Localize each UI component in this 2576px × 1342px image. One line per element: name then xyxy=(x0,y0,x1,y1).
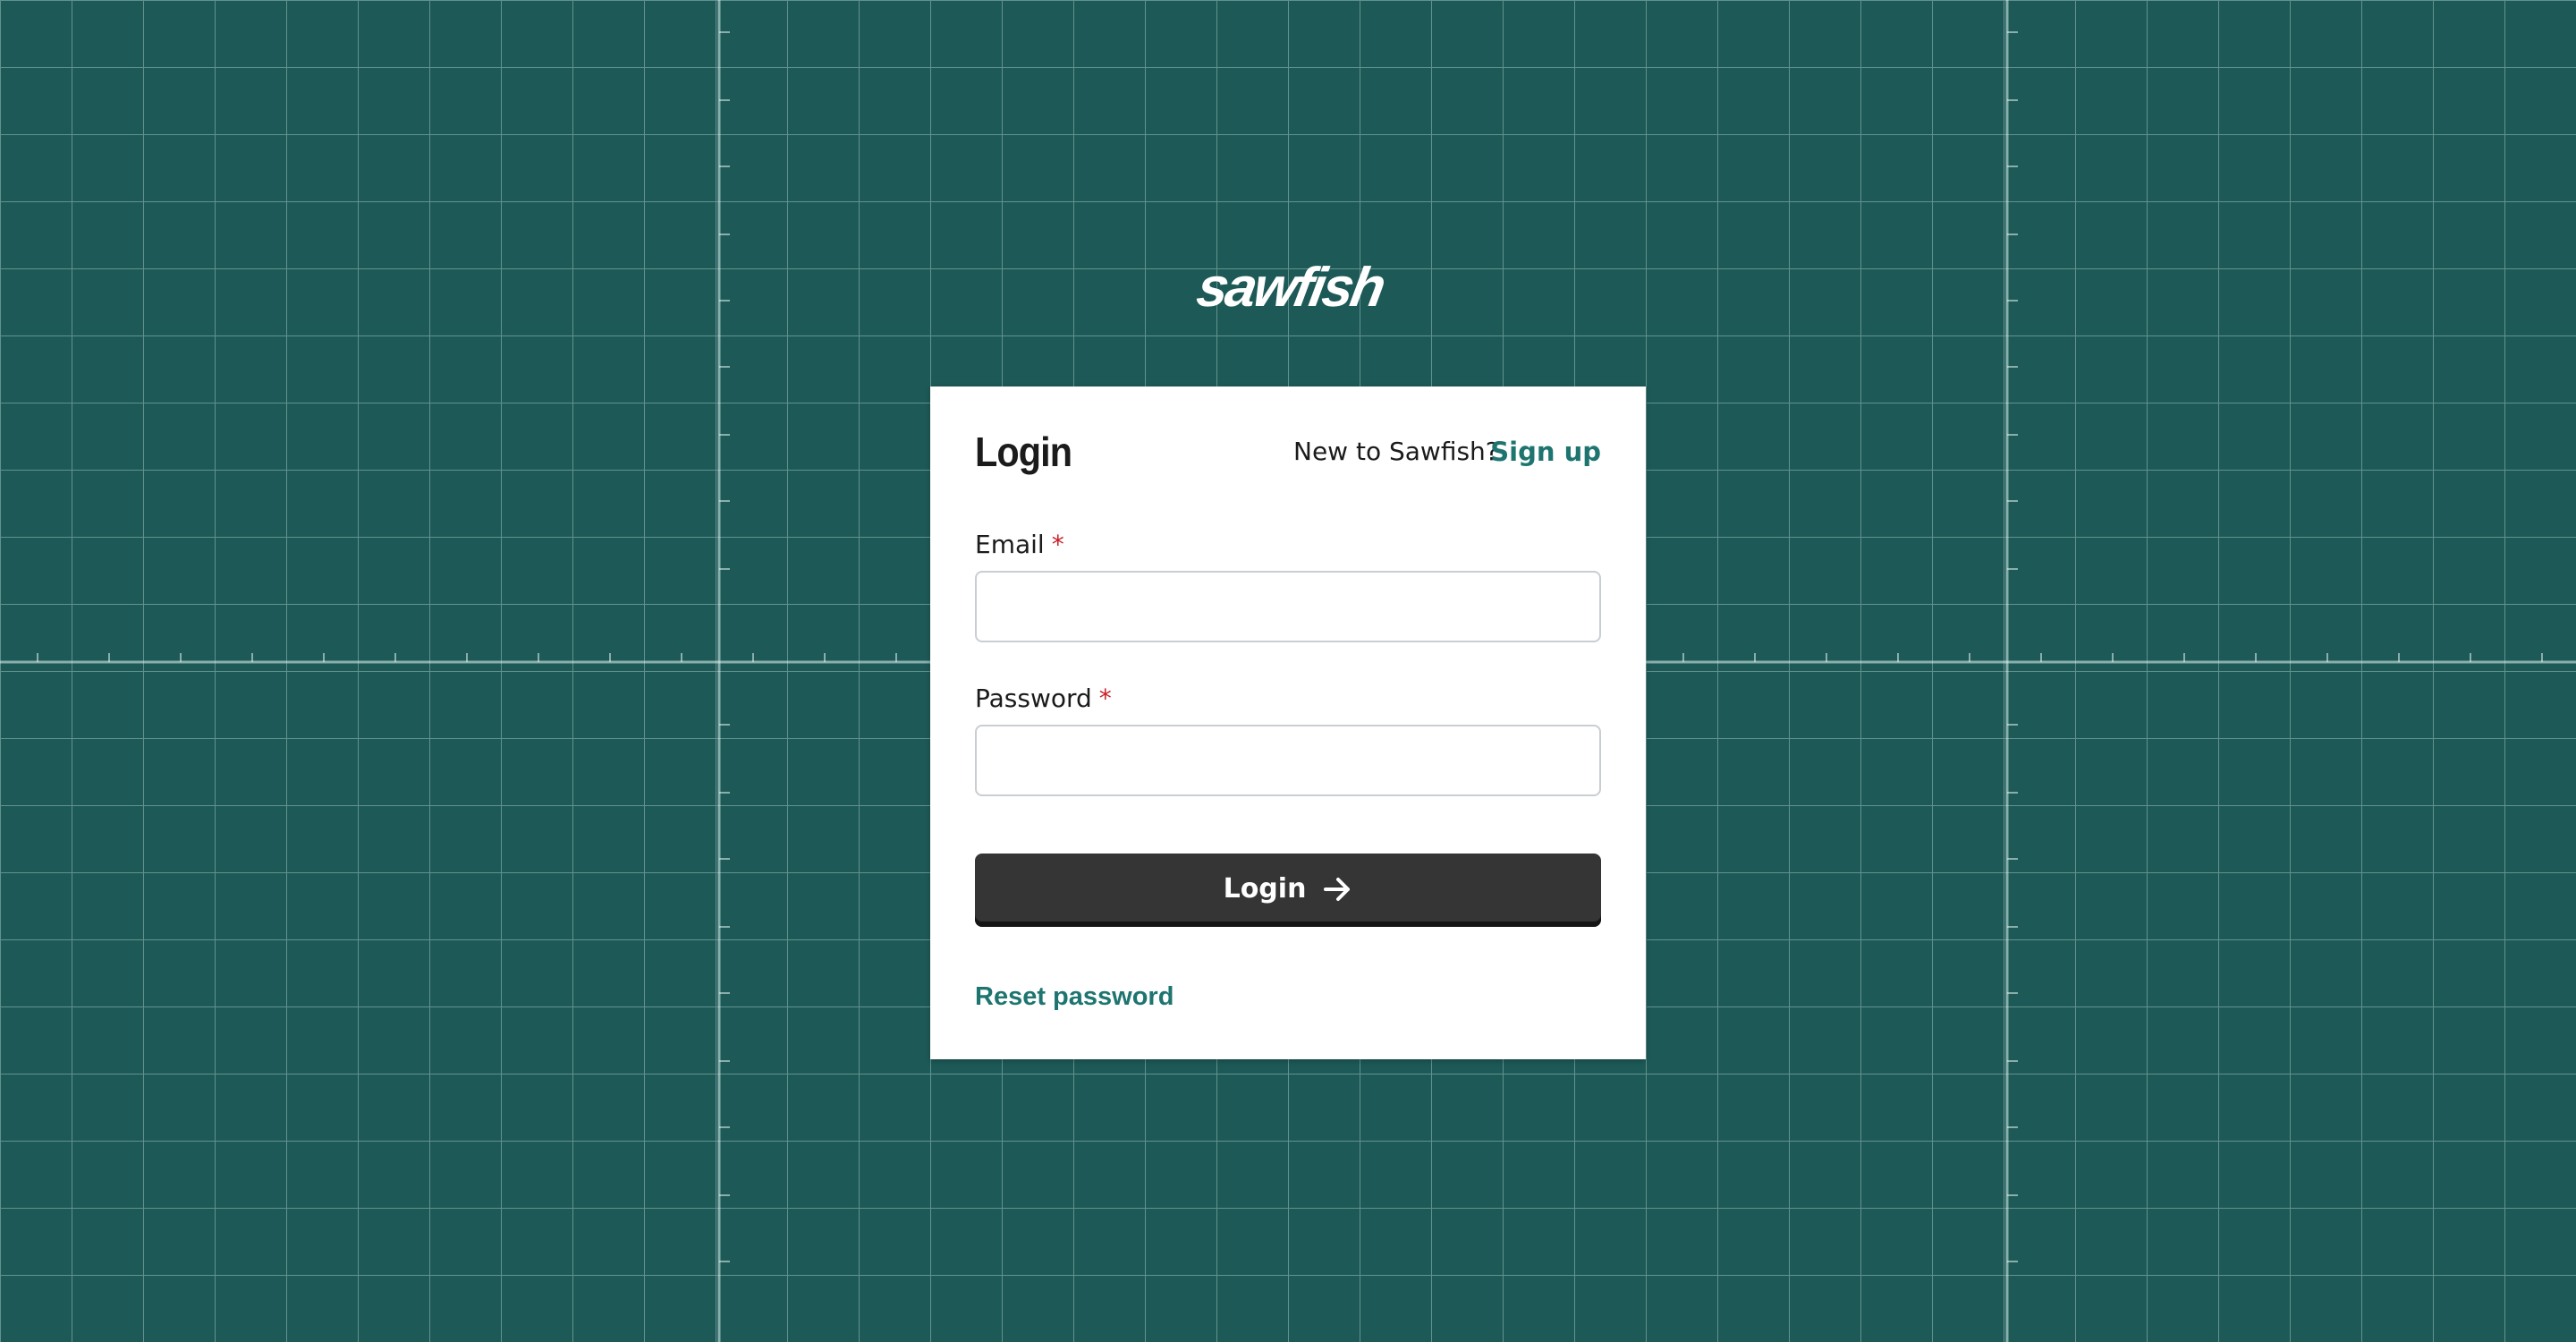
login-title: Login xyxy=(975,429,1072,475)
reset-password-link[interactable]: Reset password xyxy=(975,982,1174,1012)
email-label-text: Email xyxy=(975,530,1045,559)
login-card: Login New to Sawfish? Sign up Email * Pas… xyxy=(930,386,1646,1059)
password-required-marker: * xyxy=(1098,684,1112,713)
email-field[interactable] xyxy=(975,571,1601,642)
login-button-label: Login xyxy=(1223,873,1307,905)
signup-link[interactable]: Sign up xyxy=(1490,437,1601,467)
signup-prompt: New to Sawfish? xyxy=(1293,437,1499,466)
password-label: Password * xyxy=(975,684,1112,713)
password-label-text: Password xyxy=(975,684,1092,713)
sawfish-logo: sawfish xyxy=(1192,259,1388,319)
password-field[interactable] xyxy=(975,725,1601,796)
email-label: Email * xyxy=(975,530,1064,559)
email-required-marker: * xyxy=(1051,530,1064,559)
login-button[interactable]: Login xyxy=(975,854,1601,927)
arrow-right-icon xyxy=(1322,874,1352,905)
logo-wordmark: sawfish xyxy=(1192,259,1388,319)
